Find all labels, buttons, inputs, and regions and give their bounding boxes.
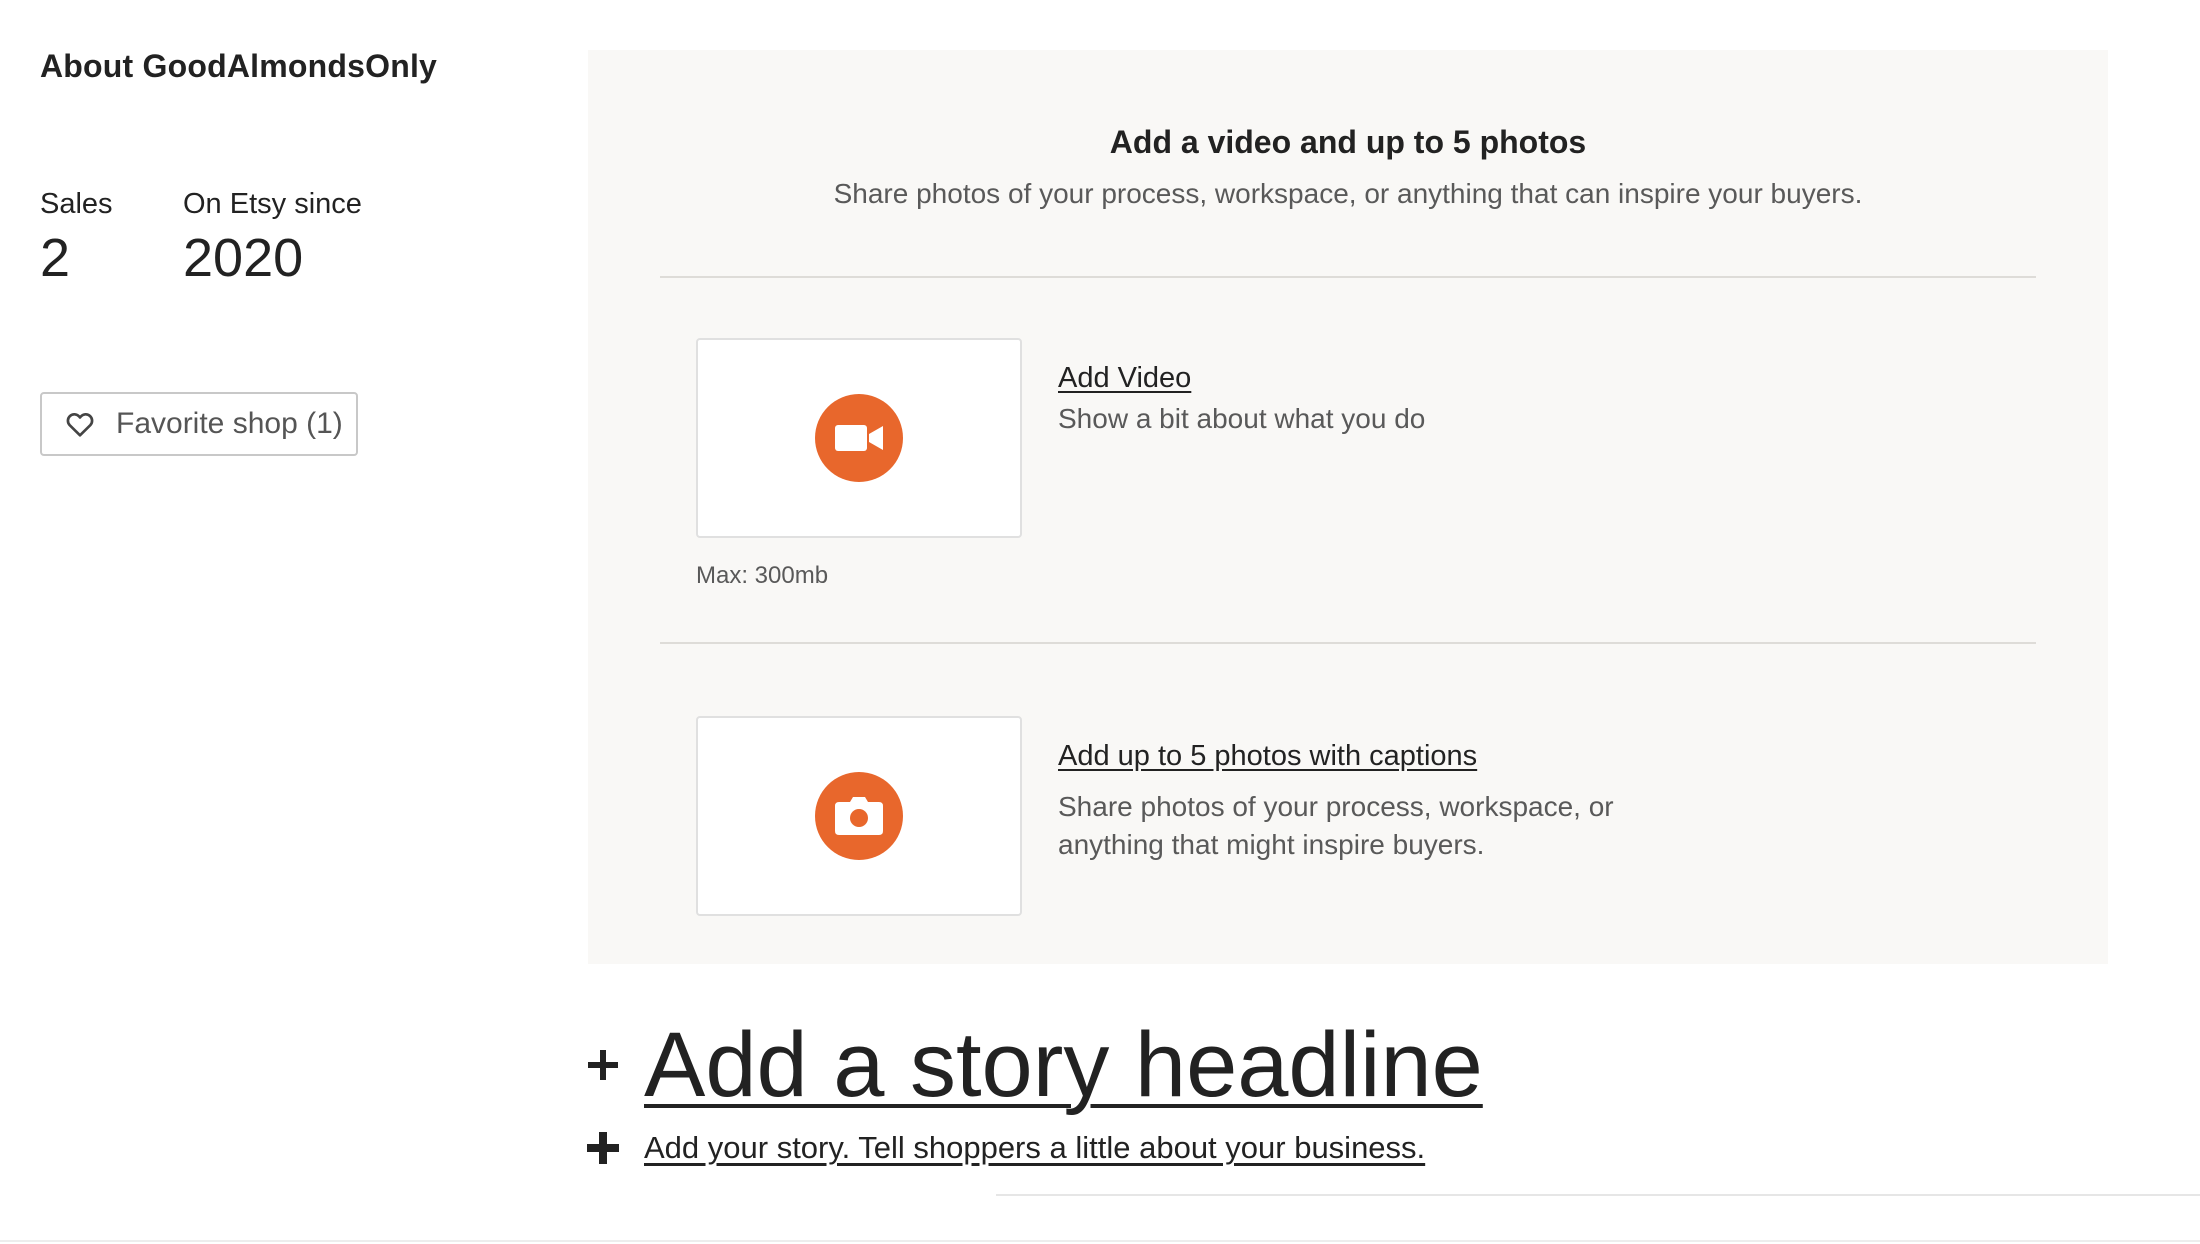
add-story-headline-row[interactable]: Add a story headline [586, 1010, 1483, 1120]
add-story-link[interactable]: Add your story. Tell shoppers a little a… [644, 1130, 1425, 1166]
on-etsy-since-value: 2020 [183, 228, 304, 288]
sales-stat: Sales 2 [40, 184, 113, 288]
favorite-shop-label: Favorite shop (1) [116, 407, 343, 440]
divider [996, 1194, 2200, 1196]
on-etsy-since-stat: On Etsy since 2020 [183, 184, 362, 288]
on-etsy-since-label: On Etsy since [183, 188, 362, 220]
divider [660, 276, 2036, 278]
add-video-dropzone[interactable] [696, 338, 1022, 538]
media-upload-panel: Add a video and up to 5 photos Share pho… [588, 50, 2108, 964]
add-video-link[interactable]: Add Video [1058, 362, 1191, 395]
add-photos-description: Share photos of your process, workspace,… [1058, 791, 1614, 860]
add-story-headline-link[interactable]: Add a story headline [644, 1010, 1483, 1120]
plus-icon [586, 1131, 620, 1165]
divider [660, 642, 2036, 644]
add-photos-dropzone[interactable] [696, 716, 1022, 916]
media-panel-title: Add a video and up to 5 photos [1109, 124, 1587, 160]
add-video-description: Show a bit about what you do [1058, 403, 1426, 434]
about-shop-title: About GoodAlmondsOnly [40, 48, 438, 84]
video-camera-icon [815, 394, 903, 482]
camera-icon [815, 772, 903, 860]
sales-label: Sales [40, 188, 113, 220]
add-photos-link[interactable]: Add up to 5 photos with captions [1058, 740, 1477, 773]
add-story-row[interactable]: Add your story. Tell shoppers a little a… [586, 1130, 1425, 1166]
favorite-shop-button[interactable]: Favorite shop (1) [40, 392, 358, 456]
video-max-size-note: Max: 300mb [696, 562, 829, 589]
sales-value: 2 [40, 228, 71, 288]
media-panel-subtitle: Share photos of your process, workspace,… [833, 178, 1863, 209]
heart-icon [64, 408, 96, 440]
plus-icon [586, 1048, 620, 1082]
divider [0, 1240, 2200, 1242]
